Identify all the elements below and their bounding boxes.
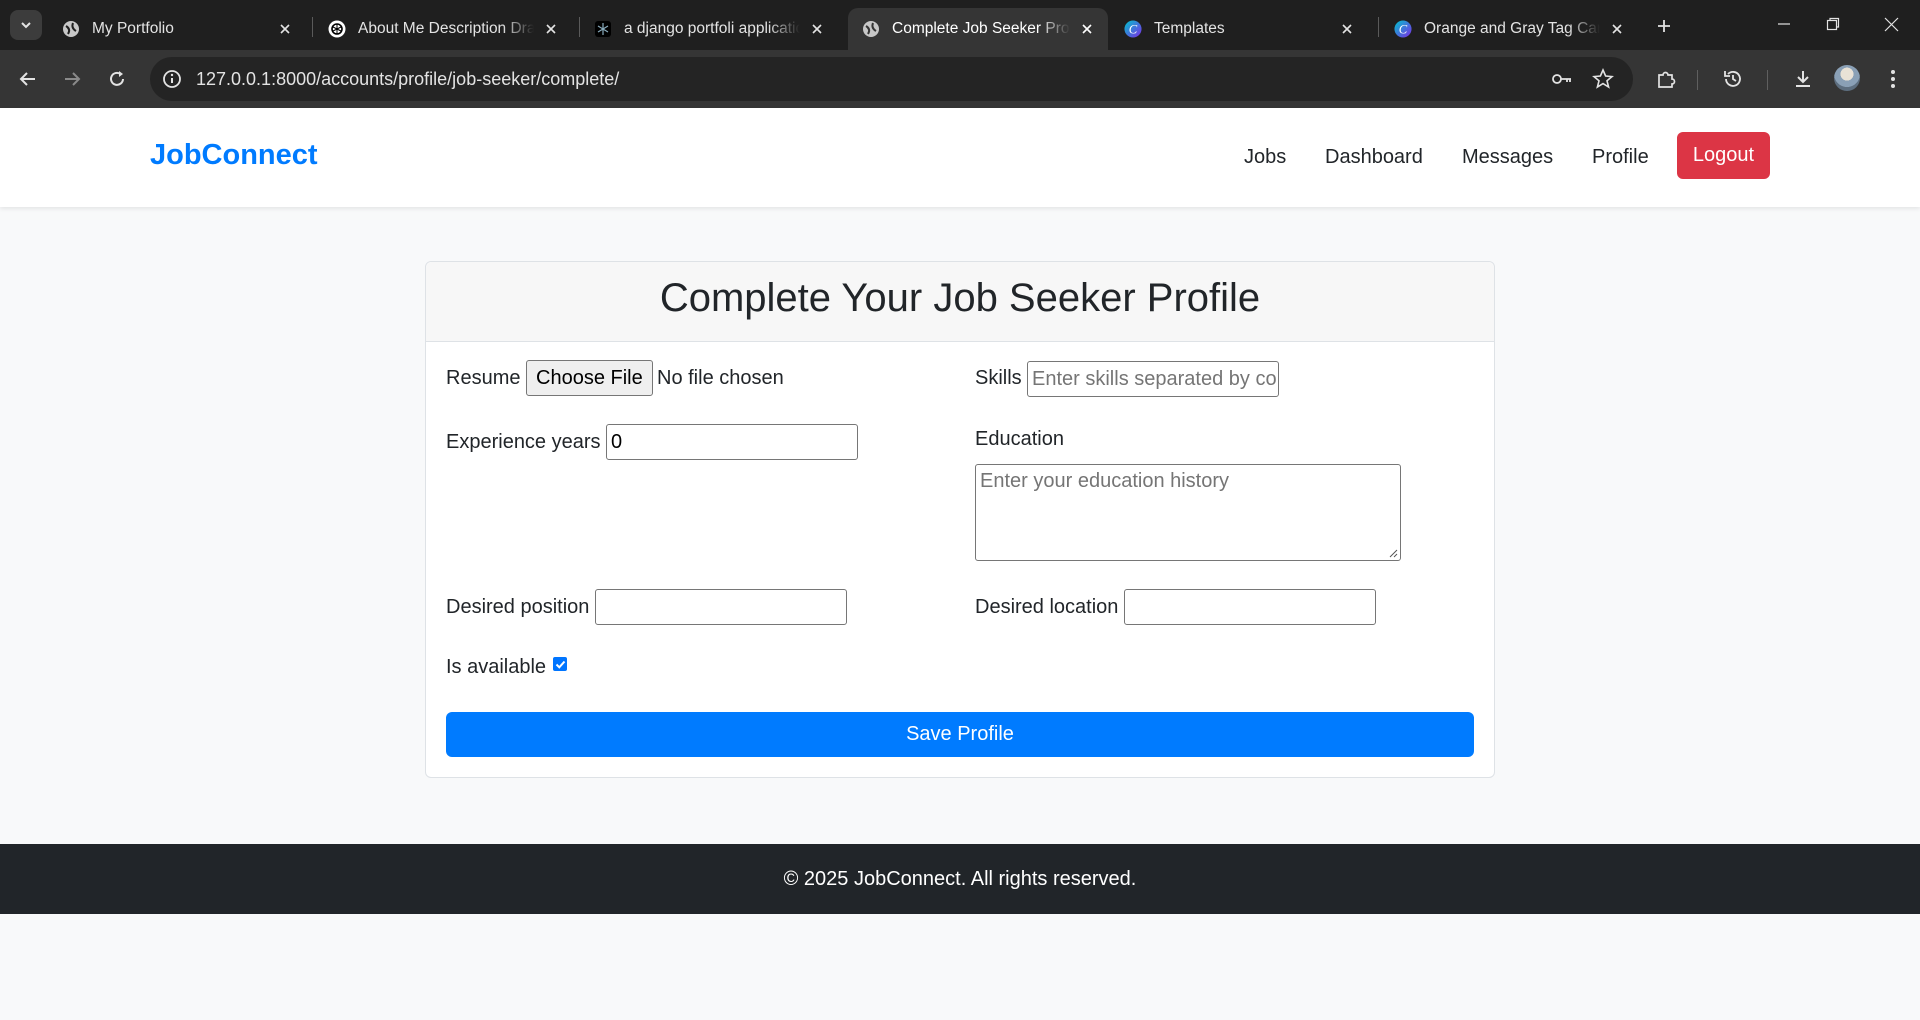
restore-button[interactable] <box>1810 8 1856 40</box>
tab-search-button[interactable] <box>10 10 42 40</box>
tab-title: My Portfolio <box>92 20 174 37</box>
card-header: Complete Your Job Seeker Profile <box>426 262 1494 342</box>
experience-input[interactable]: 0 <box>606 424 858 460</box>
minimize-icon <box>1778 23 1790 25</box>
desired-position-input[interactable] <box>595 589 847 625</box>
site-footer: © 2025 JobConnect. All rights reserved. <box>0 844 1920 914</box>
perplexity-icon <box>594 20 612 38</box>
tab-separator <box>1378 17 1379 37</box>
skills-label: Skills <box>975 367 1022 389</box>
globe-icon <box>862 20 880 38</box>
window-close-button[interactable] <box>1868 8 1914 40</box>
brand-logo[interactable]: JobConnect <box>150 139 318 172</box>
svg-text:C: C <box>1399 23 1408 37</box>
bookmark-star-icon[interactable] <box>1591 67 1615 91</box>
arrow-left-icon <box>19 72 35 86</box>
logout-button[interactable]: Logout <box>1677 132 1770 179</box>
history-icon[interactable] <box>1718 64 1748 94</box>
tab-title: Complete Job Seeker Profile <box>892 20 1070 37</box>
download-icon[interactable] <box>1788 64 1818 94</box>
tab-my-portfolio[interactable]: My Portfolio <box>48 8 306 50</box>
new-tab-button[interactable] <box>1650 12 1678 40</box>
close-icon[interactable] <box>808 20 826 38</box>
desired-location-input[interactable] <box>1124 589 1376 625</box>
tab-title: Orange and Gray Tag Cart <box>1424 20 1600 37</box>
globe-icon <box>62 20 80 38</box>
is-available-checkbox[interactable] <box>553 657 567 671</box>
file-status-text: No file chosen <box>657 367 784 389</box>
tab-django-portfolio[interactable]: a django portfoli application <box>580 8 838 50</box>
menu-kebab-icon[interactable] <box>1878 64 1908 94</box>
tab-orange-gray-tag[interactable]: C Orange and Gray Tag Cart <box>1380 8 1638 50</box>
tab-title: a django portfoli application <box>624 20 800 37</box>
education-placeholder: Enter your education history <box>980 470 1230 492</box>
tab-complete-profile[interactable]: Complete Job Seeker Profile <box>848 8 1108 50</box>
profile-avatar[interactable] <box>1834 65 1860 91</box>
password-key-icon[interactable] <box>1550 67 1574 91</box>
is-available-label: Is available <box>446 656 547 678</box>
chatgpt-icon <box>328 20 346 38</box>
reload-button[interactable] <box>101 63 133 95</box>
tab-templates[interactable]: C Templates <box>1110 8 1368 50</box>
extensions-icon[interactable] <box>1651 64 1681 94</box>
footer-copyright: © 2025 JobConnect. All rights reserved. <box>783 867 1137 890</box>
minimize-button[interactable] <box>1761 8 1807 40</box>
forward-button[interactable] <box>56 63 88 95</box>
close-icon[interactable] <box>1078 20 1096 38</box>
tab-about-me[interactable]: About Me Description Draft <box>314 8 572 50</box>
education-label: Education <box>975 428 1064 450</box>
nav-link-messages[interactable]: Messages <box>1462 146 1553 169</box>
resize-handle-icon[interactable] <box>1389 549 1398 558</box>
address-bar[interactable]: 127.0.0.1:8000/accounts/profile/job-seek… <box>150 57 1633 101</box>
nav-link-profile[interactable]: Profile <box>1592 146 1649 169</box>
url-text[interactable]: 127.0.0.1:8000/accounts/profile/job-seek… <box>196 69 619 90</box>
save-profile-button[interactable]: Save Profile <box>446 712 1474 757</box>
restore-icon <box>1826 17 1840 31</box>
tab-title: About Me Description Draft <box>358 20 534 37</box>
close-icon[interactable] <box>542 20 560 38</box>
nav-link-jobs[interactable]: Jobs <box>1244 146 1286 169</box>
choose-file-button[interactable]: Choose File <box>526 360 653 396</box>
toolbar-separator <box>1697 70 1698 90</box>
experience-label: Experience years <box>446 431 601 453</box>
tab-separator <box>312 17 313 37</box>
back-button[interactable] <box>12 63 44 95</box>
browser-toolbar: 127.0.0.1:8000/accounts/profile/job-seek… <box>0 50 1920 108</box>
reload-icon <box>110 71 124 86</box>
site-info-icon[interactable] <box>160 67 184 91</box>
chevron-down-icon <box>21 22 31 29</box>
plus-icon <box>1658 20 1670 32</box>
close-icon[interactable] <box>1608 20 1626 38</box>
tab-title: Templates <box>1154 20 1225 37</box>
close-icon[interactable] <box>276 20 294 38</box>
arrow-right-icon <box>65 72 81 86</box>
desired-position-label: Desired position <box>446 596 590 618</box>
browser-tab-strip: My Portfolio About Me Description Draft … <box>0 0 1920 50</box>
page-title: Complete Your Job Seeker Profile <box>659 276 1261 320</box>
svg-text:C: C <box>1129 23 1138 37</box>
close-icon <box>1884 17 1898 31</box>
toolbar-separator <box>1767 70 1768 90</box>
nav-link-dashboard[interactable]: Dashboard <box>1325 146 1423 169</box>
skills-input[interactable]: Enter skills separated by co <box>1027 361 1279 397</box>
close-icon[interactable] <box>1338 20 1356 38</box>
desired-location-label: Desired location <box>975 596 1119 618</box>
checkmark-icon <box>555 660 565 669</box>
education-textarea[interactable]: Enter your education history <box>975 464 1401 561</box>
resume-label: Resume <box>446 367 521 389</box>
site-navbar: JobConnect Jobs Dashboard Messages Profi… <box>0 108 1920 207</box>
canva-icon: C <box>1124 20 1142 38</box>
canva-icon: C <box>1394 20 1412 38</box>
